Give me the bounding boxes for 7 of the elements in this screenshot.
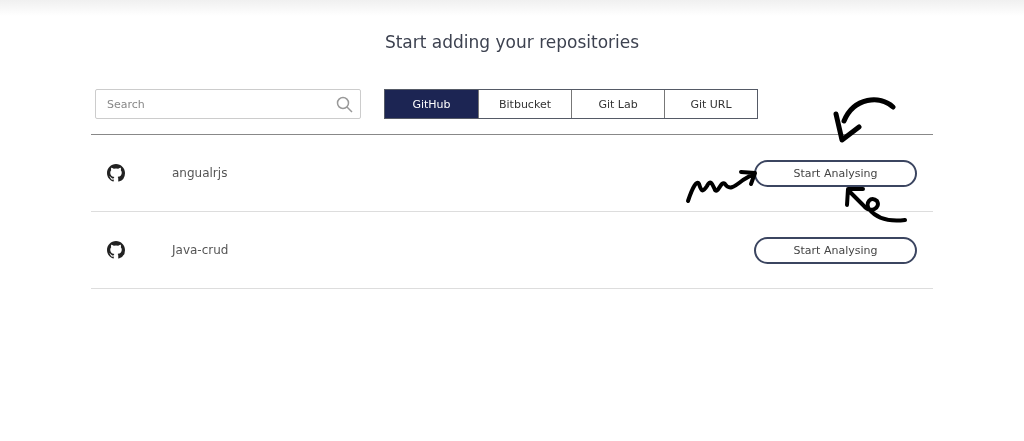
source-tab[interactable]: GitHub xyxy=(385,90,478,118)
start-analysing-button[interactable]: Start Analysing xyxy=(754,159,917,187)
page-title: Start adding your repositories xyxy=(383,31,641,54)
search-field[interactable]: Search xyxy=(95,89,361,119)
repository-name: Java-crud xyxy=(172,243,230,257)
repository-name: angualrjs xyxy=(172,166,229,180)
start-analysing-button[interactable]: Start Analysing xyxy=(754,236,917,264)
